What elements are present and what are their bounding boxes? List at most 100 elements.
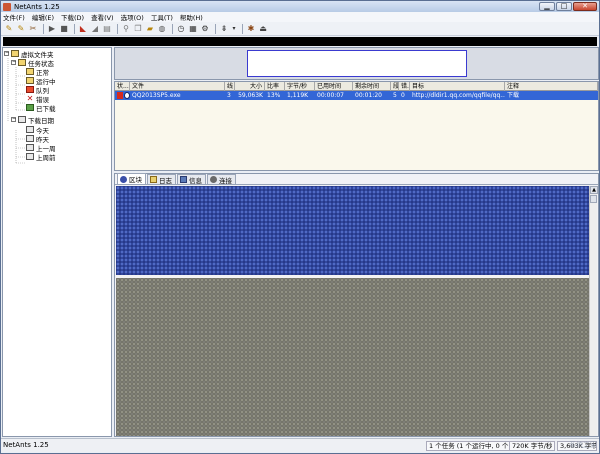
blocks-icon xyxy=(120,175,127,183)
maximize-button[interactable]: □ xyxy=(556,2,572,11)
tab-label: 信息 xyxy=(189,176,202,185)
menu-tools[interactable]: 工具(T) xyxy=(151,12,173,22)
tree-download-date[interactable]: − 下载日期 xyxy=(11,115,54,125)
tab-info[interactable]: 信息 xyxy=(177,174,206,185)
dropdown-icon[interactable]: ▾ xyxy=(231,24,237,34)
start-icon[interactable]: ▶ xyxy=(47,24,57,34)
col-file[interactable]: 文件 xyxy=(130,82,225,91)
col-speed[interactable]: 字节/秒 xyxy=(285,82,315,91)
menu-view[interactable]: 查看(V) xyxy=(91,12,114,22)
menu-bar: 文件(F) 编辑(E) 下载(D) 查看(V) 选项(O) 工具(T) 帮助(H… xyxy=(1,12,599,22)
stop-icon[interactable]: ■ xyxy=(59,24,69,34)
window-title: NetAnts 1.25 xyxy=(14,2,60,11)
open-folder-icon[interactable]: ▰ xyxy=(145,24,155,34)
cell-note: 下载 xyxy=(507,92,520,99)
scroll-up-icon[interactable]: ▲ xyxy=(590,186,598,194)
menu-download[interactable]: 下载(D) xyxy=(61,12,84,22)
collapse-icon[interactable]: − xyxy=(11,60,16,65)
details-pane: 区块 日志 信息 连接 ▲ xyxy=(114,173,599,437)
exit-icon[interactable]: ⏏ xyxy=(258,24,268,34)
delete-icon[interactable]: ✂ xyxy=(28,24,38,34)
watermark-logo: 系统之家 xyxy=(569,441,597,449)
cell-threads: 3 xyxy=(227,92,231,99)
connection-icon xyxy=(210,176,217,183)
tree-connector-lines xyxy=(7,58,25,164)
col-remaining[interactable]: 剩余时间 xyxy=(353,82,391,91)
cell-errors: 0 xyxy=(401,92,405,99)
add-batch-icon[interactable]: ✎ xyxy=(16,24,26,34)
ant-icon[interactable]: ✱ xyxy=(246,24,256,34)
running-icon xyxy=(26,77,34,84)
status-app-name: NetAnts 1.25 xyxy=(3,441,49,449)
pending-blocks xyxy=(116,278,589,436)
tab-label: 日志 xyxy=(159,176,172,185)
col-errors[interactable]: 错... xyxy=(399,82,410,91)
folder-tree: − 虚拟文件夹 − 任务状态 正常 运行中 队列 ✕ 错误 已下载 − 下载日期… xyxy=(2,47,112,437)
tab-log[interactable]: 日志 xyxy=(147,174,176,185)
speed-graph xyxy=(247,50,467,77)
cell-elapsed: 00:00:07 xyxy=(317,92,344,99)
row-status-icons xyxy=(117,92,130,99)
tree-item-downloaded[interactable]: 已下载 xyxy=(26,103,56,113)
running-icon xyxy=(117,92,123,99)
details-tabs: 区块 日志 信息 连接 xyxy=(115,173,598,185)
scroll-thumb[interactable] xyxy=(590,195,597,203)
tab-label: 区块 xyxy=(129,176,142,184)
calendar-icon xyxy=(26,135,34,142)
copy-icon[interactable]: ❐ xyxy=(133,24,143,34)
clock-icon[interactable]: ◷ xyxy=(176,24,186,34)
options-icon[interactable]: ⚙ xyxy=(200,24,210,34)
task-list-header: 状... 文件 线 大小 比率 字节/秒 已用时间 剩余时间 段 错... 目标… xyxy=(115,82,598,91)
minimize-button[interactable]: ▁ xyxy=(539,2,555,11)
downloaded-icon xyxy=(26,104,34,111)
collapse-icon[interactable]: − xyxy=(4,51,9,56)
col-elapsed[interactable]: 已用时间 xyxy=(315,82,353,91)
check-icon xyxy=(26,68,34,75)
tab-connection[interactable]: 连接 xyxy=(207,174,236,185)
menu-edit[interactable]: 编辑(E) xyxy=(32,12,54,22)
col-segments[interactable]: 段 xyxy=(391,82,399,91)
toolbar: ✎ ✎ ✂ ▶ ■ ◣ ◢ ▤ ⚲ ❐ ▰ ◍ ◷ ▦ ⚙ ⇟ ▾ ✱ ⏏ xyxy=(1,22,599,36)
table-row[interactable]: QQ2013SP5.exe 3 59,063K 13% 1,119K 00:00… xyxy=(115,91,598,100)
col-threads[interactable]: 线 xyxy=(225,82,235,91)
col-note[interactable]: 注释 xyxy=(505,82,598,91)
tree-item-before-last-week[interactable]: 上周前 xyxy=(26,152,56,162)
toolbar-separator xyxy=(43,23,44,34)
menu-options[interactable]: 选项(O) xyxy=(121,12,144,22)
col-target[interactable]: 目标 xyxy=(410,82,505,91)
menu-file[interactable]: 文件(F) xyxy=(3,12,25,22)
toolbar-separator xyxy=(215,23,216,34)
block-map-scrollbar[interactable]: ▲ xyxy=(589,186,598,436)
tab-blocks[interactable]: 区块 xyxy=(117,173,146,184)
new-task-icon[interactable]: ✎ xyxy=(4,24,14,34)
tree-label: 下载日期 xyxy=(28,116,54,125)
col-ratio[interactable]: 比率 xyxy=(265,82,285,91)
cell-remaining: 00:01:20 xyxy=(355,92,382,99)
block-map xyxy=(116,186,589,436)
globe-icon[interactable]: ◍ xyxy=(157,24,167,34)
speed-graph-area xyxy=(114,47,599,80)
calendar-icon xyxy=(26,153,34,160)
close-button[interactable]: ✕ xyxy=(573,2,597,11)
netants-window: NetAnts 1.25 ▁ □ ✕ 文件(F) 编辑(E) 下载(D) 查看(… xyxy=(0,0,600,454)
move-down-icon[interactable]: ◢ xyxy=(90,24,100,34)
calendar-icon xyxy=(18,116,26,123)
app-icon xyxy=(3,2,11,11)
drop-target-bar[interactable] xyxy=(3,37,597,46)
status-speed: 720K 字节/秒 xyxy=(509,441,556,451)
schedule-icon[interactable]: ▦ xyxy=(188,24,198,34)
col-size[interactable]: 大小 xyxy=(235,82,265,91)
speed-icon[interactable]: ⇟ xyxy=(219,24,229,34)
find-icon[interactable]: ⚲ xyxy=(121,24,131,34)
tree-label: 已下载 xyxy=(36,104,56,113)
toolbar-separator xyxy=(172,23,173,34)
toolbar-separator xyxy=(242,23,243,34)
properties-icon[interactable]: ▤ xyxy=(102,24,112,34)
menu-help[interactable]: 帮助(H) xyxy=(180,12,203,22)
tab-label: 连接 xyxy=(219,176,232,185)
move-up-icon[interactable]: ◣ xyxy=(78,24,88,34)
calendar-icon xyxy=(26,144,34,151)
collapse-icon[interactable]: − xyxy=(11,117,16,122)
title-bar: NetAnts 1.25 ▁ □ ✕ xyxy=(1,1,599,12)
col-status[interactable]: 状... xyxy=(115,82,130,91)
